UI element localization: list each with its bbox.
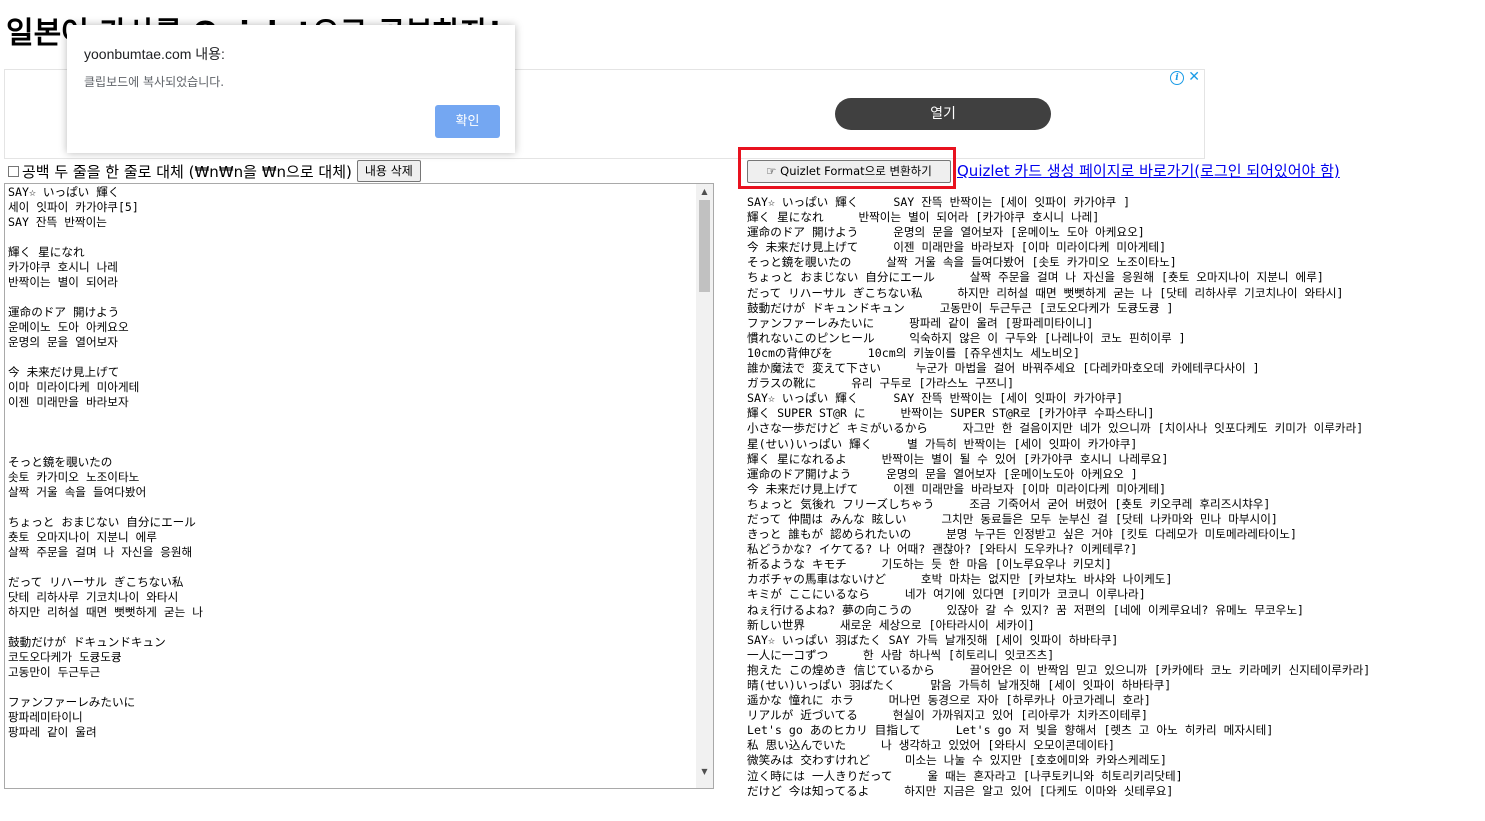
quizlet-output[interactable]: SAY☆ いっぱい 輝く SAY 잔뜩 반짝이는 [세이 잇파이 카가야쿠 ] 輝… [747,195,1482,821]
output-line: 一人に一コずつ 한 사람 하나씩 [히토리니 잇코즈츠] [747,647,1055,662]
output-line: 10cmの背伸びを 10cm의 키높이를 [쥬우센치노 세노비오] [747,345,1080,360]
scroll-up-icon[interactable]: ▲ [696,184,713,200]
output-line: そっと鏡を覗いたの 살짝 거울 속을 들여다봤어 [솟토 카가미오 노조이타노] [747,255,1177,270]
output-line: Let's go あのヒカリ 目指して Let's go 저 빛을 향해서 [렛… [747,723,1274,738]
output-line: 私どうかな? イケてる? 나 어때? 괜찮아? [와타시 도우카나? 이케테루?… [747,542,1138,557]
output-line: キミが ここにいるなら 네가 여기에 있다면 [키미가 코코니 이루나라] [747,587,1146,602]
output-line: だって 仲間は みんな 眩しい 그치만 동료들은 모두 눈부신 걸 [닷테 나카… [747,511,1278,526]
output-line: 抱えた この煌めき 信じているから 끌어안은 이 반짝임 믿고 있으니까 [카카… [747,662,1371,677]
output-line: きっと 誰もが 認められたいの 분명 누구든 인정받고 싶은 거야 [킷토 다레… [747,527,1297,542]
output-line: ファンファーレみたいに 팡파레 같이 울려 [팡파레미타이니] [747,315,1094,330]
output-line: SAY☆ いっぱい 輝く SAY 잔뜩 반짝이는 [세이 잇파이 카가야쿠] [747,391,1124,406]
output-line: SAY☆ いっぱい 羽ばたく SAY 가득 날개짓해 [세이 잇파이 하바타쿠] [747,632,1119,647]
scroll-down-icon[interactable]: ▼ [696,764,713,780]
lyrics-input-textarea[interactable]: SAY☆ いっぱい 輝く 세이 잇파이 카가야쿠[5] SAY 잔뜩 반짝이는 … [4,183,714,789]
alert-message: 클립보드에 복사되었습니다. [84,75,225,89]
output-line: だけど 今は知ってるよ 하지만 지금은 알고 있어 [다케도 이마와 싯테루요] [747,783,1174,798]
output-line: だって リハーサル ぎこちない私 하지만 리허설 때면 뻣뻣하게 굳는 나 [닷… [747,285,1344,300]
output-line: 輝く 星になれ 반짝이는 별이 되어라 [카가야쿠 호시니 나레] [747,210,1100,225]
output-line: ねぇ行けるよね? 夢の向こうの 있잖아 갈 수 있지? 꿈 저편의 [네에 이케… [747,602,1304,617]
alert-ok-button[interactable]: 확인 [435,105,500,138]
output-line: 運命のドア開けよう 운명의 문을 열어보자 [운메이노도아 아케요오 ] [747,466,1138,481]
output-line: 新しい世界 새로운 세상으로 [아타라시이 세카이] [747,617,1035,632]
output-line: 晴(せい)いっぱい 羽ばたく 맑음 가득히 날개짓해 [세이 잇파이 하바타쿠] [747,678,1172,692]
output-line: 小さな一歩だけど キミがいるから 자그만 한 걸음이지만 네가 있으니까 [치이… [747,421,1364,436]
output-line: ちょっと おまじない 自分にエール 살짝 주문을 걸며 나 자신을 응원해 [춋… [747,270,1324,285]
close-icon[interactable]: ✕ [1188,69,1200,85]
output-line: ガラスの靴に 유리 구두로 [가라스노 구쯔니] [747,376,1015,391]
output-line: 鼓動だけが ドキュンドキュン 고동만이 두근두근 [코도오다케가 도큥도큥 ] [747,300,1174,315]
quizlet-create-link[interactable]: Quizlet 카드 생성 페이지로 바로가기(로그인 되어있어야 함) [957,160,1340,181]
output-line: ちょっと 気後れ フリーズしちゃう 조금 기죽어서 굳어 버렸어 [춋토 키오쿠… [747,496,1271,511]
info-icon[interactable]: i [1170,71,1184,85]
alert-title: yoonbumtae.com 내용: [84,46,225,62]
output-line: 星(せい)いっぱい 輝く 별 가득히 반짝이는 [세이 잇파이 카가야쿠] [747,436,1138,451]
alert-dialog: yoonbumtae.com 내용: 클립보드에 복사되었습니다. 확인 [67,25,515,153]
output-line: 私 思い込んでいた 나 생각하고 있었어 [와타시 오모이콘데이타] [747,738,1115,753]
lyrics-input-text[interactable]: SAY☆ いっぱい 輝く 세이 잇파이 카가야쿠[5] SAY 잔뜩 반짝이는 … [8,185,693,740]
output-line: 運命のドア 開けよう 운명의 문을 열어보자 [운메이노 도아 아케요오] [747,225,1145,240]
output-line: 今 未来だけ見上げて 이젠 미래만을 바라보자 [이마 미라이다케 미아게테] [747,240,1167,255]
output-line: SAY☆ いっぱい 輝く SAY 잔뜩 반짝이는 [세이 잇파이 카가야쿠 ] [747,195,1131,209]
clear-button[interactable]: 내용 삭제 [356,160,421,182]
output-line: 誰か魔法で 変えて下さい 누군가 마법을 걸어 바꿔주세요 [다레카마호오데 카… [747,361,1260,376]
scroll-thumb[interactable] [699,200,710,292]
replace-newlines-checkbox[interactable] [8,165,19,177]
ad-open-button[interactable]: 열기 [835,98,1051,130]
output-line: 輝く SUPER ST@R に 반짝이는 SUPER ST@R로 [카가야쿠 수… [747,406,1155,421]
output-line: カボチャの馬車はないけど 호박 마차는 없지만 [카보챠노 바샤와 나이케도] [747,572,1173,587]
output-line: 泣く時には 一人きりだって 울 때는 혼자라고 [나쿠토키니와 히토리키리닷테] [747,768,1183,783]
convert-quizlet-button[interactable]: ☞ Quizlet Format으로 변환하기 [747,160,951,183]
input-toolbar: 공백 두 줄을 한 줄로 대체 (₩n₩n을 ₩n으로 대체) 내용 삭제 [6,160,421,182]
output-line: 今 未来だけ見上げて 이젠 미래만을 바라보자 [이마 미라이다케 미아게테] [747,481,1167,496]
output-line: リアルが 近づいてる 현실이 가까워지고 있어 [리아루가 치카즈이테루] [747,708,1148,723]
replace-newlines-label[interactable]: 공백 두 줄을 한 줄로 대체 (₩n₩n을 ₩n으로 대체) [22,161,352,182]
output-line: 微笑みは 交わすけれど 미소는 나눌 수 있지만 [호호에미와 카와스케레도] [747,753,1168,768]
output-line: 遥かな 憧れに ホラ 머나먼 동경으로 자아 [하루카나 아코가레니 호라] [747,693,1151,708]
textarea-scrollbar[interactable]: ▲ ▼ [696,184,713,788]
output-line: 輝く 星になれるよ 반짝이는 별이 될 수 있어 [카가야쿠 호시니 나레루요] [747,451,1169,466]
output-line: 祈るような キモチ 기도하는 듯 한 마음 [이노루요우나 키모치] [747,557,1112,572]
output-line: 慣れないこのピンヒール 익숙하지 않은 이 구두와 [나레나이 코노 핀히이루 … [747,330,1186,345]
